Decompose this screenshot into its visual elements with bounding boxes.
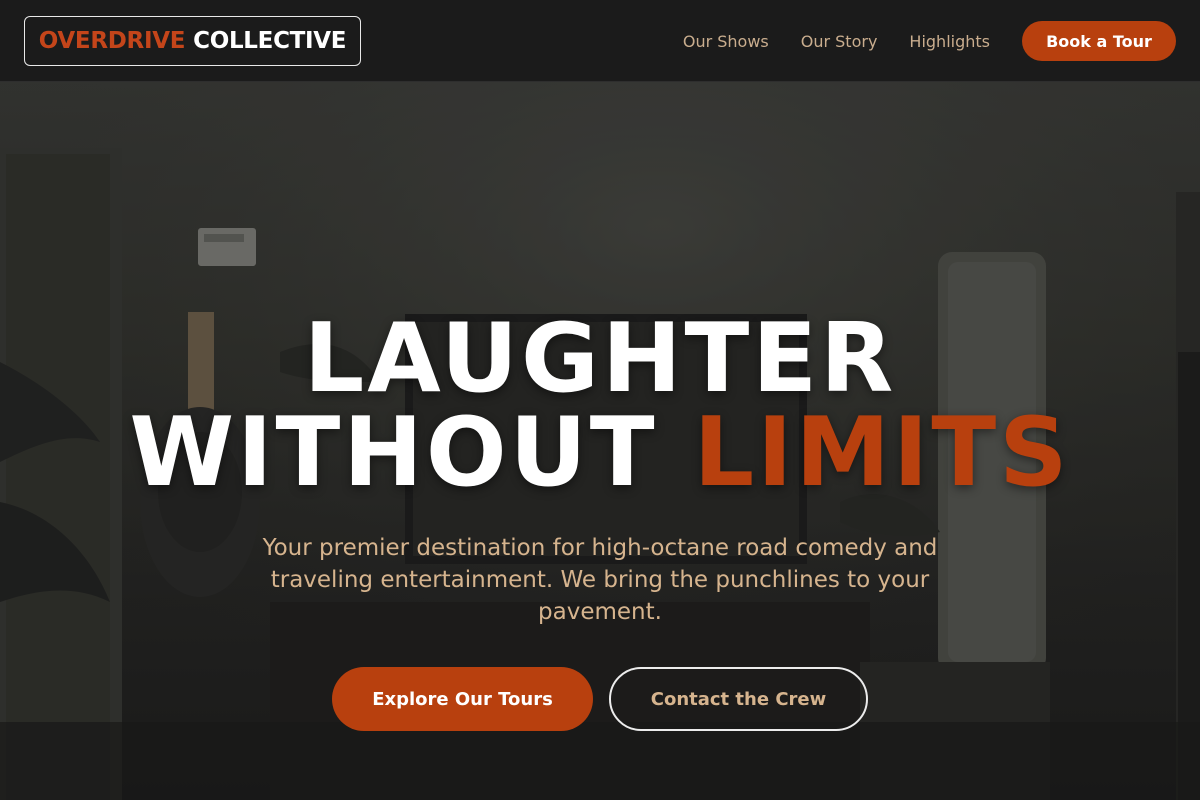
nav-link-our-shows[interactable]: Our Shows bbox=[683, 32, 769, 51]
hero-section: LAUGHTER WITHOUT LIMITS Your premier des… bbox=[0, 82, 1200, 800]
brand-logo[interactable]: OVERDRIVE COLLECTIVE bbox=[24, 16, 361, 66]
brand-name-part1: OVERDRIVE bbox=[38, 28, 186, 54]
contact-crew-button[interactable]: Contact the Crew bbox=[609, 667, 868, 731]
explore-tours-button[interactable]: Explore Our Tours bbox=[332, 667, 593, 731]
hero-tagline: Your premier destination for high-octane… bbox=[262, 535, 938, 625]
top-nav: OVERDRIVE COLLECTIVE Our Shows Our Story… bbox=[0, 0, 1200, 82]
brand-name-part2: COLLECTIVE bbox=[193, 28, 347, 54]
nav-links: Our Shows Our Story Highlights bbox=[651, 0, 990, 82]
nav-link-our-story[interactable]: Our Story bbox=[801, 32, 878, 51]
book-tour-button[interactable]: Book a Tour bbox=[1022, 21, 1176, 61]
headline-line2-start: WITHOUT bbox=[129, 398, 658, 508]
headline-accent: LIMITS bbox=[693, 398, 1071, 508]
nav-link-highlights[interactable]: Highlights bbox=[909, 32, 990, 51]
hero-headline: LAUGHTER WITHOUT LIMITS bbox=[0, 312, 1200, 501]
